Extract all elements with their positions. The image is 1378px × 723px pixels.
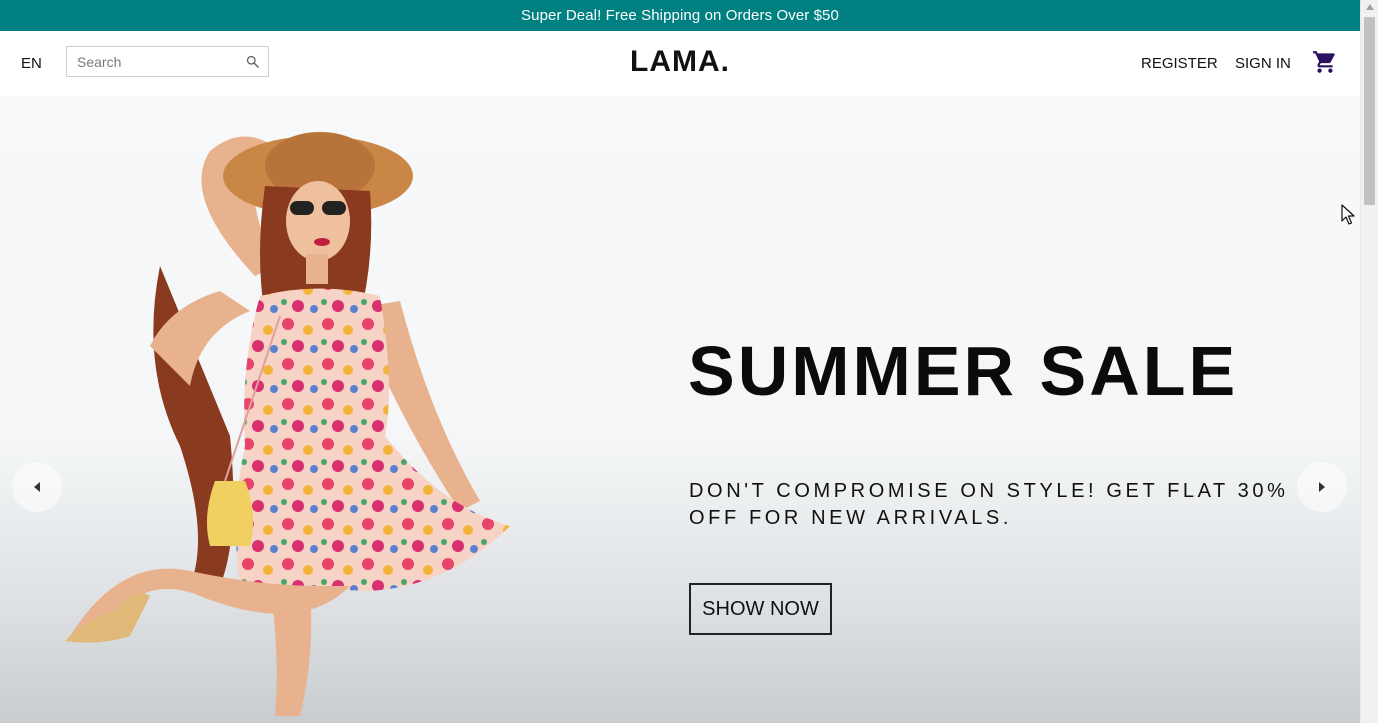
mouse-cursor-icon xyxy=(1341,204,1355,225)
scrollbar-thumb[interactable] xyxy=(1364,17,1375,205)
slide-description: DON'T COMPROMISE ON STYLE! GET FLAT 30% … xyxy=(689,480,1289,529)
site-logo[interactable]: LAMA. xyxy=(630,45,730,78)
announcement-text: Super Deal! Free Shipping on Orders Over… xyxy=(521,7,839,24)
search-container xyxy=(66,46,269,77)
language-selector[interactable]: EN xyxy=(21,55,42,72)
slide-title: SUMMER SALE xyxy=(688,332,1239,410)
arrow-right-icon xyxy=(1319,482,1325,492)
register-link[interactable]: REGISTER xyxy=(1141,55,1218,72)
hero-model-image xyxy=(65,132,510,716)
search-icon[interactable] xyxy=(245,54,260,69)
search-input[interactable] xyxy=(75,47,239,76)
slider-prev-button[interactable] xyxy=(12,462,62,512)
shopping-cart-icon[interactable] xyxy=(1312,49,1338,75)
sign-in-link[interactable]: SIGN IN xyxy=(1235,55,1291,72)
navbar: EN LAMA. REGISTER SIGN IN xyxy=(0,31,1360,96)
scroll-up-arrow-icon[interactable] xyxy=(1365,3,1375,11)
hero-slider: SUMMER SALE DON'T COMPROMISE ON STYLE! G… xyxy=(0,96,1360,723)
announcement-bar: Super Deal! Free Shipping on Orders Over… xyxy=(0,0,1360,31)
show-now-button[interactable]: SHOW NOW xyxy=(689,583,832,635)
page-scrollbar[interactable] xyxy=(1360,0,1378,723)
arrow-left-icon xyxy=(34,482,40,492)
